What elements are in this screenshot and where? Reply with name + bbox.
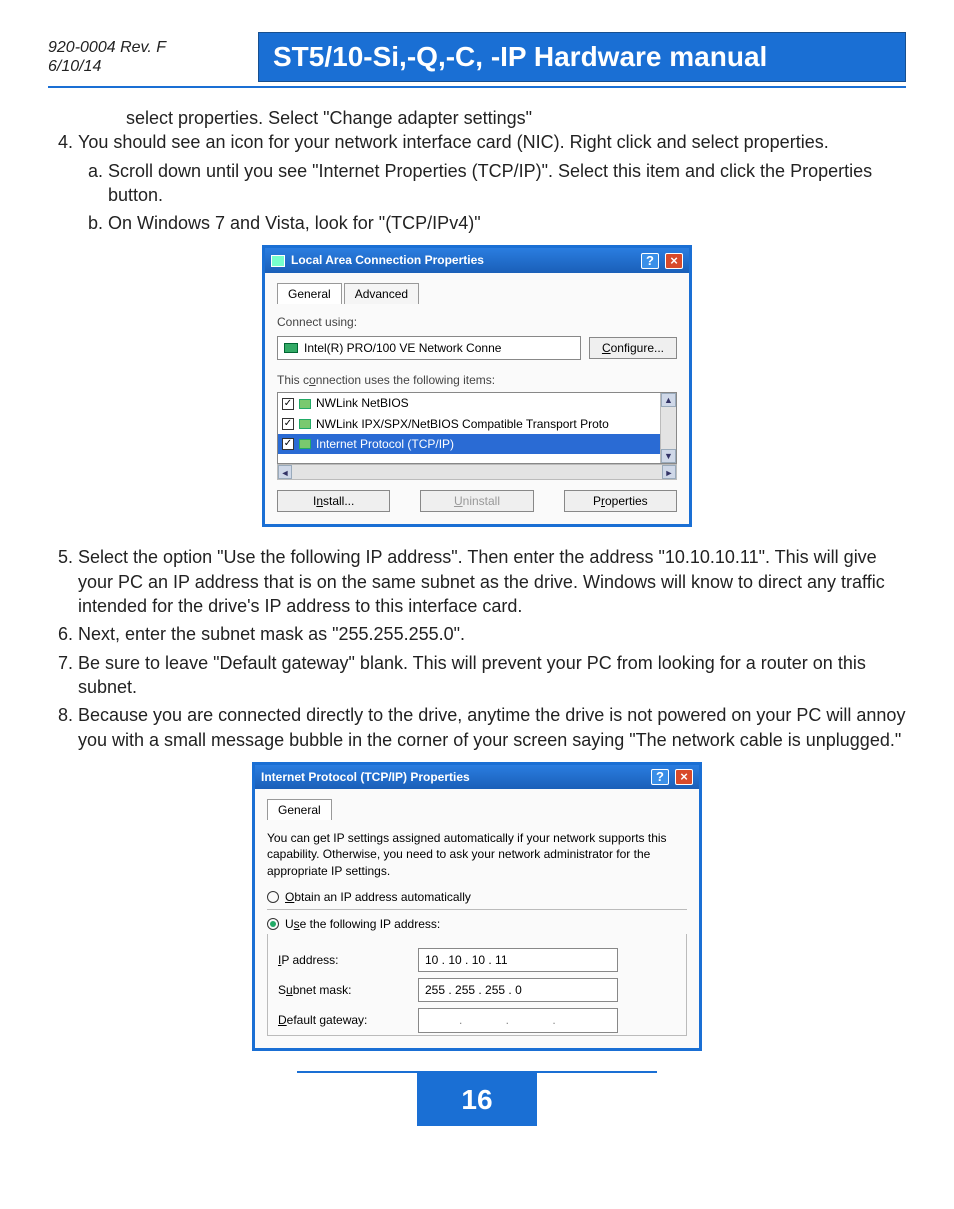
lead-in-text: select properties. Select "Change adapte… — [126, 106, 906, 130]
local-area-connection-dialog: Local Area Connection Properties ? × Gen… — [262, 245, 692, 527]
protocol-icon — [299, 419, 311, 429]
list-item-label: NWLink IPX/SPX/NetBIOS Compatible Transp… — [316, 416, 609, 432]
subnet-mask-label: Subnet mask: — [278, 982, 418, 998]
close-icon[interactable]: × — [675, 769, 693, 785]
list-item[interactable]: ✓ NWLink IPX/SPX/NetBIOS Compatible Tran… — [278, 414, 676, 434]
ip-address-label: IP address: — [278, 952, 418, 968]
subnet-mask-input[interactable]: 255 . 255 . 255 . 0 — [418, 978, 618, 1002]
nic-field: Intel(R) PRO/100 VE Network Conne — [277, 336, 581, 360]
tab-general[interactable]: General — [277, 283, 342, 304]
radio-auto-label: Obtain an IP address automatically — [285, 889, 471, 905]
step-7: Be sure to leave "Default gateway" blank… — [78, 651, 906, 700]
list-item[interactable]: ✓ NWLink NetBIOS — [278, 393, 676, 413]
step-8: Because you are connected directly to th… — [78, 703, 906, 752]
tcpip-explain: You can get IP settings assigned automat… — [267, 830, 687, 879]
radio-unchecked-icon[interactable] — [267, 891, 279, 903]
dialog2-title: Internet Protocol (TCP/IP) Properties — [261, 769, 645, 785]
scrollbar-horizontal[interactable]: ◄ ► — [277, 464, 677, 480]
scrollbar-vertical[interactable]: ▲ ▼ — [660, 393, 676, 463]
scroll-left-icon[interactable]: ◄ — [278, 465, 292, 479]
ip-address-input[interactable]: 10 . 10 . 10 . 11 — [418, 948, 618, 972]
step-4: You should see an icon for your network … — [78, 130, 906, 235]
install-button[interactable]: Install... — [277, 490, 390, 512]
protocol-icon — [299, 439, 311, 449]
uninstall-button: Uninstall — [420, 490, 533, 512]
dialog1-titlebar: Local Area Connection Properties ? × — [265, 248, 689, 272]
checkbox-checked-icon[interactable]: ✓ — [282, 438, 294, 450]
tab-advanced[interactable]: Advanced — [344, 283, 419, 304]
tab-general[interactable]: General — [267, 799, 332, 820]
doc-rev: 920-0004 Rev. F — [48, 38, 258, 57]
tcpip-properties-dialog: Internet Protocol (TCP/IP) Properties ? … — [252, 762, 702, 1051]
checkbox-checked-icon[interactable]: ✓ — [282, 398, 294, 410]
help-icon[interactable]: ? — [641, 253, 659, 269]
radio-manual-label: Use the following IP address: — [285, 916, 440, 932]
radio-checked-icon[interactable] — [267, 918, 279, 930]
checkbox-checked-icon[interactable]: ✓ — [282, 418, 294, 430]
default-gateway-label: Default gateway: — [278, 1012, 418, 1028]
connect-using-label: Connect using: — [277, 314, 677, 330]
list-item-label: Internet Protocol (TCP/IP) — [316, 436, 454, 452]
header-rule — [48, 86, 906, 88]
protocol-icon — [299, 399, 311, 409]
properties-button[interactable]: Properties — [564, 490, 677, 512]
scroll-down-icon[interactable]: ▼ — [661, 449, 676, 463]
doc-title: ST5/10-Si,-Q,-C, -IP Hardware manual — [258, 32, 906, 82]
configure-button[interactable]: Configure... — [589, 337, 677, 359]
default-gateway-input[interactable]: . . . — [418, 1008, 618, 1032]
step-5: Select the option "Use the following IP … — [78, 545, 906, 618]
dialog2-titlebar: Internet Protocol (TCP/IP) Properties ? … — [255, 765, 699, 789]
step-4-text: You should see an icon for your network … — [78, 132, 829, 152]
items-label: This connection uses the following items… — [277, 372, 677, 388]
network-icon — [271, 255, 285, 267]
doc-date: 6/10/14 — [48, 57, 258, 76]
help-icon[interactable]: ? — [651, 769, 669, 785]
close-icon[interactable]: × — [665, 253, 683, 269]
list-item-selected[interactable]: ✓ Internet Protocol (TCP/IP) — [278, 434, 676, 454]
step-4b: On Windows 7 and Vista, look for "(TCP/I… — [108, 211, 906, 235]
step-4a: Scroll down until you see "Internet Prop… — [108, 159, 906, 208]
scroll-up-icon[interactable]: ▲ — [661, 393, 676, 407]
radio-use-following[interactable]: Use the following IP address: — [267, 909, 687, 932]
scroll-right-icon[interactable]: ► — [662, 465, 676, 479]
dialog1-title: Local Area Connection Properties — [291, 252, 635, 268]
nic-name: Intel(R) PRO/100 VE Network Conne — [304, 340, 501, 356]
radio-obtain-auto[interactable]: Obtain an IP address automatically — [267, 889, 687, 905]
step-6: Next, enter the subnet mask as "255.255.… — [78, 622, 906, 646]
page-number: 16 — [417, 1071, 536, 1126]
connection-items-list[interactable]: ✓ NWLink NetBIOS ✓ NWLink IPX/SPX/NetBIO… — [277, 392, 677, 464]
nic-adapter-icon — [284, 343, 298, 353]
list-item-label: NWLink NetBIOS — [316, 395, 409, 411]
